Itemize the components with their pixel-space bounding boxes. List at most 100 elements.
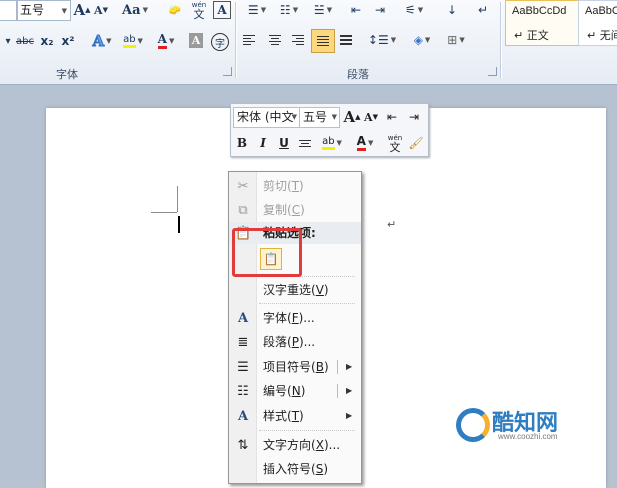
text-effects-button[interactable]: A ▼ — [89, 31, 115, 51]
font-group-label: 字体 — [56, 68, 78, 81]
menu-item-insert-symbol[interactable]: 插入符号(S) — [263, 458, 328, 480]
grow-font-button[interactable]: A ▲ — [73, 0, 91, 20]
ribbon: 五号 ▼ A ▲ A ▼ Aa ▼ 🧽 wén 文 A ▾ abc x₂ x² A ▼ ab… — [0, 0, 617, 85]
menu-item-numbering[interactable]: 编号(N) — [263, 380, 305, 402]
scissors-icon: ✂ — [237, 179, 249, 194]
clear-format-button[interactable]: 🧽 — [165, 0, 185, 20]
borders-button[interactable]: ⊞ ▼ — [442, 30, 470, 50]
char-border-icon: A — [217, 3, 227, 17]
justify-button[interactable] — [311, 29, 335, 53]
subscript-button[interactable]: x₂ — [38, 31, 56, 51]
menu-item-text-direction[interactable]: 文字方向(X)... — [263, 434, 340, 456]
increase-indent-button[interactable]: ⇥ — [371, 0, 389, 20]
decrease-indent-button[interactable]: ⇤ — [347, 0, 365, 20]
font-icon: A — [237, 311, 249, 326]
highlight-box — [232, 228, 302, 277]
menu-separator — [259, 303, 355, 305]
mini-underline-button[interactable]: U — [276, 133, 292, 153]
context-menu: ✂ 剪切(T) ⧉ 复制(C) 📋 粘贴选项: 📋 汉字重选(V) A 字体(F… — [228, 171, 362, 484]
paragraph-mark: ↵ — [387, 218, 397, 231]
paint-bucket-icon: ◈ — [413, 33, 423, 47]
bullets-button[interactable]: ☰ ▼ — [244, 0, 270, 20]
submenu-arrow-icon[interactable]: ▶ — [346, 411, 352, 420]
submenu-arrow-icon[interactable]: ▶ — [346, 362, 352, 371]
grow-font-icon: A — [343, 108, 356, 126]
menu-item-cut[interactable]: 剪切(T) — [263, 175, 304, 197]
char-border-button[interactable]: A — [213, 1, 231, 19]
text-cursor — [178, 216, 180, 233]
border-grid-icon: ⊞ — [447, 33, 458, 47]
numbered-list-icon: ☷ — [237, 384, 249, 399]
style-no-spacing[interactable]: AaBbC ↵ 无间 — [578, 0, 617, 46]
mini-format-painter-button[interactable]: 🖌 — [407, 133, 425, 153]
menu-item-copy[interactable]: 复制(C) — [263, 199, 305, 221]
font-size-value: 五号 — [20, 3, 45, 17]
mini-font-size: 五号 — [303, 110, 328, 124]
paragraph-icon: ≣ — [237, 335, 249, 350]
mini-phonetic-button[interactable]: wén 文 — [386, 133, 404, 153]
mini-font-name-field[interactable]: 宋体 (中文 ▼ — [233, 107, 300, 128]
sort-button[interactable]: ↓ — [446, 0, 458, 20]
highlight-button[interactable]: ab ▼ — [118, 31, 148, 51]
distributed-button[interactable] — [337, 30, 355, 50]
mini-highlight-button[interactable]: ab ▼ — [318, 133, 346, 153]
font-color-icon: A — [356, 135, 366, 151]
increase-indent-icon: ⇥ — [408, 110, 420, 124]
underline-icon: U — [279, 136, 289, 150]
line-spacing-button[interactable]: ↕☰ ▼ — [368, 30, 396, 50]
font-name-field[interactable] — [0, 0, 17, 21]
mini-shrink-font-button[interactable]: A ▼ — [363, 107, 379, 127]
shrink-font-button[interactable]: A ▼ — [93, 0, 109, 20]
mini-bold-button[interactable]: B — [234, 133, 250, 153]
styles-icon: A — [237, 409, 249, 424]
mini-font-size-field[interactable]: 五号 ▼ — [299, 107, 340, 128]
split-divider — [337, 360, 338, 374]
grow-font-icon: A — [73, 1, 86, 19]
menu-item-bullets[interactable]: 项目符号(B) — [263, 356, 329, 378]
menu-item-font[interactable]: 字体(F)... — [263, 307, 315, 329]
dropdown-arrow-icon: ▼ — [61, 7, 67, 15]
font-size-field[interactable]: 五号 ▼ — [17, 0, 71, 21]
align-center-button[interactable] — [266, 30, 284, 50]
show-marks-button[interactable]: ↵ — [476, 0, 490, 20]
shading-button[interactable]: ◈ ▼ — [408, 30, 436, 50]
mini-decrease-indent-button[interactable]: ⇤ — [383, 107, 401, 127]
submenu-arrow-icon[interactable]: ▶ — [346, 386, 352, 395]
align-left-button[interactable] — [243, 30, 261, 50]
paragraph-dialog-launcher[interactable] — [488, 67, 497, 76]
numbering-button[interactable]: ☷ ▼ — [276, 0, 302, 20]
mini-font-name: 宋体 (中文 — [237, 110, 294, 124]
style-sample: AaBbCcDd — [512, 5, 567, 17]
bold-icon: B — [236, 136, 248, 150]
pilcrow-icon: ↵ — [477, 3, 489, 17]
mini-grow-font-button[interactable]: A ▲ — [343, 107, 361, 127]
group-divider — [500, 2, 501, 78]
chinese-layout-icon: ⚟ — [404, 3, 416, 17]
menu-item-styles[interactable]: 样式(T) — [263, 405, 304, 427]
mini-center-button[interactable] — [297, 133, 313, 153]
paragraph-group-label: 段落 — [347, 68, 369, 81]
superscript-icon: x² — [61, 34, 75, 48]
char-shading-button[interactable]: A — [189, 33, 203, 48]
mini-font-color-button[interactable]: A ▼ — [351, 133, 379, 153]
mini-increase-indent-button[interactable]: ⇥ — [405, 107, 423, 127]
align-right-icon — [292, 33, 304, 47]
mini-italic-button[interactable]: I — [255, 133, 271, 153]
bullet-list-icon: ☰ — [247, 3, 259, 17]
enclose-char-button[interactable]: 字 — [211, 33, 229, 51]
multilevel-list-button[interactable]: ☱ ▼ — [310, 0, 336, 20]
strikethrough-button[interactable]: abc — [13, 31, 37, 51]
sort-icon: ↓ — [446, 3, 458, 17]
font-dialog-launcher[interactable] — [223, 67, 232, 76]
phonetic-guide-button[interactable]: wén 文 — [188, 0, 210, 20]
style-normal[interactable]: AaBbCcDd ↵ 正文 — [505, 0, 585, 46]
superscript-button[interactable]: x² — [59, 31, 77, 51]
menu-item-reconvert[interactable]: 汉字重选(V) — [263, 279, 329, 301]
change-case-button[interactable]: Aa ▼ — [118, 0, 152, 20]
chinese-layout-button[interactable]: ⚟ ▼ — [400, 0, 428, 20]
align-right-button[interactable] — [289, 30, 307, 50]
font-color-button[interactable]: A ▼ — [152, 31, 180, 51]
strikethrough-icon: abc — [16, 35, 34, 47]
menu-item-paragraph[interactable]: 段落(P)... — [263, 331, 315, 353]
margin-corner-mark — [151, 212, 177, 213]
